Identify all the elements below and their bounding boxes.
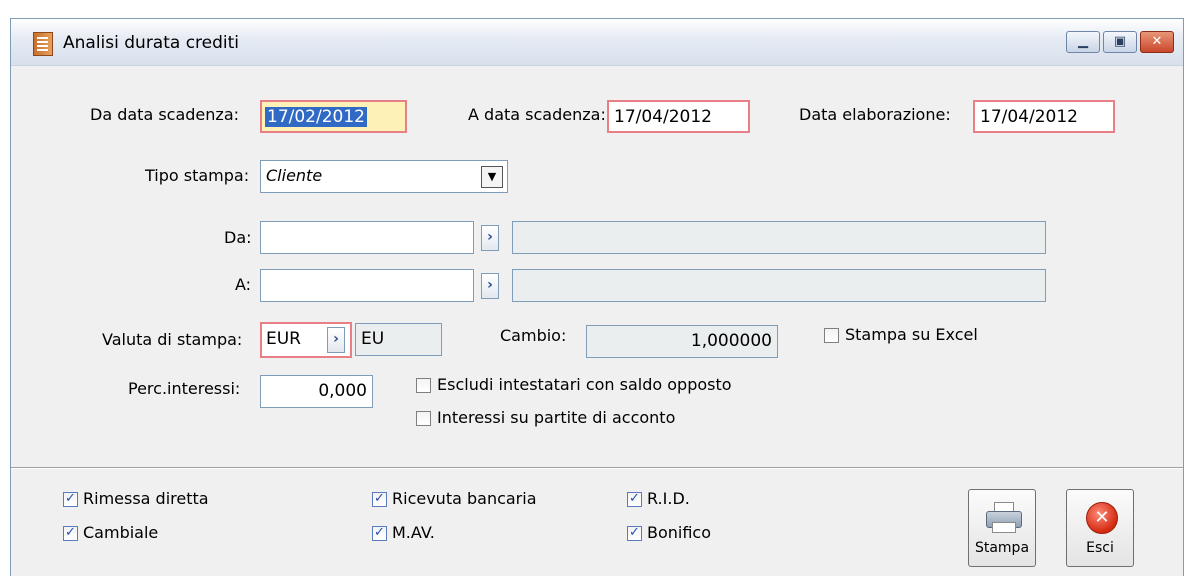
perc-interessi-label: Perc.interessi: [128, 379, 241, 398]
tipo-stampa-label: Tipo stampa: [145, 166, 250, 185]
rimessa-label: Rimessa diretta [83, 489, 209, 508]
da-data-scadenza-value: 17/02/2012 [265, 107, 367, 127]
valuta-label: Valuta di stampa: [102, 330, 243, 349]
cambiale-label: Cambiale [83, 523, 159, 542]
data-elaborazione-field[interactable]: 17/04/2012 [973, 100, 1115, 133]
mav-checkbox[interactable]: ✓ [372, 526, 387, 541]
escludi-checkbox[interactable] [416, 378, 431, 393]
valuta-description-value: EU [361, 329, 385, 349]
tipo-stampa-value: Cliente [266, 166, 323, 185]
cambio-value: 1,000000 [690, 331, 772, 351]
maximize-button[interactable]: ▣ [1103, 31, 1137, 53]
title-bar[interactable]: Analisi durata crediti ▁ ▣ ✕ [11, 19, 1183, 66]
da-zoom-button[interactable]: › [481, 225, 499, 251]
mav-label: M.AV. [392, 523, 435, 542]
perc-interessi-field[interactable]: 0,000 [260, 375, 373, 408]
escludi-label: Escludi intestatari con saldo opposto [437, 375, 732, 394]
a-data-scadenza-field[interactable]: 17/04/2012 [607, 100, 750, 133]
bonifico-label: Bonifico [647, 523, 712, 542]
cambio-label: Cambio: [500, 326, 567, 345]
cambiale-checkbox[interactable]: ✓ [63, 526, 78, 541]
data-elaborazione-label: Data elaborazione: [799, 105, 951, 124]
dialog-window: Analisi durata crediti ▁ ▣ ✕ Da data sca… [10, 18, 1184, 576]
da-label: Da: [224, 228, 252, 247]
close-icon: ✕ [1151, 34, 1163, 49]
stampa-excel-label: Stampa su Excel [845, 325, 978, 344]
minimize-button[interactable]: ▁ [1066, 31, 1100, 53]
a-code-field[interactable] [260, 269, 474, 302]
rimessa-checkbox[interactable]: ✓ [63, 492, 78, 507]
ricevuta-checkbox[interactable]: ✓ [372, 492, 387, 507]
ricevuta-label: Ricevuta bancaria [392, 489, 537, 508]
interessi-acconto-checkbox[interactable] [416, 411, 431, 426]
valuta-description-field: EU [355, 323, 442, 356]
maximize-icon: ▣ [1113, 34, 1127, 49]
minimize-icon: ▁ [1078, 34, 1088, 49]
stampa-button-label: Stampa [974, 540, 1030, 556]
report-icon [33, 32, 53, 56]
form-area: Da data scadenza: 17/02/2012 A data scad… [11, 66, 1183, 576]
tipo-stampa-select[interactable]: Cliente [260, 160, 508, 193]
valuta-code-value: EUR [266, 329, 301, 349]
perc-interessi-value: 0,000 [318, 381, 367, 401]
da-data-scadenza-label: Da data scadenza: [90, 105, 240, 124]
close-button[interactable]: ✕ [1140, 31, 1174, 53]
a-label: A: [235, 275, 252, 294]
chevron-right-icon: › [333, 331, 339, 347]
da-code-field[interactable] [260, 221, 474, 254]
esci-button-label: Esci [1086, 540, 1114, 556]
chevron-right-icon: › [487, 229, 493, 245]
close-circle-icon: ✕ [1086, 502, 1118, 534]
a-description-field [512, 269, 1046, 302]
separator [11, 467, 1183, 469]
valuta-code-field[interactable]: EUR [263, 324, 323, 357]
rid-checkbox[interactable]: ✓ [627, 492, 642, 507]
a-data-scadenza-label: A data scadenza: [468, 105, 606, 124]
a-data-scadenza-value: 17/04/2012 [614, 107, 712, 127]
chevron-down-icon[interactable]: ▼ [481, 166, 503, 188]
valuta-zoom-button[interactable]: › [327, 327, 345, 353]
cambio-field: 1,000000 [586, 325, 778, 358]
printer-icon [986, 502, 1022, 533]
da-description-field [512, 221, 1046, 254]
data-elaborazione-value: 17/04/2012 [980, 107, 1078, 127]
da-data-scadenza-field[interactable]: 17/02/2012 [260, 100, 407, 133]
chevron-right-icon: › [487, 277, 493, 293]
stampa-excel-checkbox[interactable] [824, 328, 839, 343]
a-zoom-button[interactable]: › [481, 273, 499, 299]
esci-button[interactable]: ✕ Esci [1066, 489, 1134, 567]
bonifico-checkbox[interactable]: ✓ [627, 526, 642, 541]
window-title: Analisi durata crediti [63, 33, 240, 53]
rid-label: R.I.D. [647, 489, 690, 508]
interessi-acconto-label: Interessi su partite di acconto [437, 408, 676, 427]
stampa-button[interactable]: Stampa [968, 489, 1036, 567]
